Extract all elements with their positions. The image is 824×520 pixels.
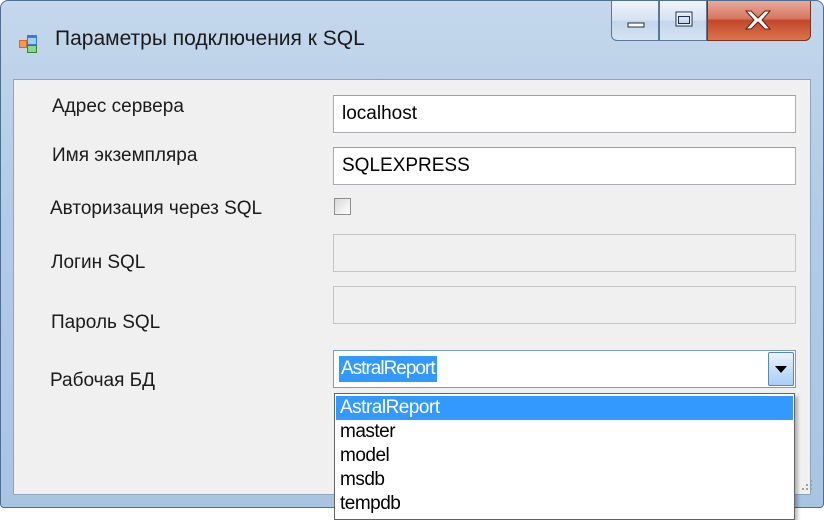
resize-grip-icon[interactable] [800, 478, 814, 492]
window-title: Параметры подключения к SQL [55, 27, 365, 50]
app-form-icon[interactable] [19, 35, 37, 53]
server-address-input[interactable]: localhost [333, 95, 796, 133]
minimize-button[interactable] [611, 1, 659, 41]
sql-auth-checkbox[interactable] [334, 198, 351, 215]
database-selected-value: AstralReport [339, 356, 437, 382]
maximize-icon [675, 11, 693, 27]
instance-name-input[interactable]: SQLEXPRESS [333, 147, 796, 185]
chevron-down-icon [775, 366, 787, 373]
dropdown-option[interactable]: AstralReport [336, 396, 793, 420]
database-dropdown-list: AstralReport master model msdb tempdb [334, 393, 795, 520]
sql-login-label: Логин SQL [51, 252, 146, 273]
dropdown-button[interactable] [768, 352, 794, 386]
database-combobox[interactable]: AstralReport [333, 350, 796, 388]
dropdown-option[interactable]: master [336, 420, 793, 444]
sql-login-input[interactable] [333, 234, 796, 272]
sql-password-label: Пароль SQL [51, 312, 161, 333]
minimize-icon [627, 22, 645, 28]
database-label: Рабочая БД [50, 370, 156, 391]
dropdown-option[interactable]: tempdb [336, 492, 793, 516]
close-icon [744, 10, 772, 30]
maximize-button[interactable] [659, 1, 707, 41]
title-bar[interactable]: Параметры подключения к SQL [1, 1, 823, 79]
sql-password-input[interactable] [333, 286, 796, 324]
sql-auth-label: Авторизация через SQL [50, 198, 263, 219]
server-address-label: Адрес сервера [52, 96, 184, 117]
dropdown-option[interactable]: model [336, 444, 793, 468]
dropdown-option[interactable]: msdb [336, 468, 793, 492]
close-button[interactable] [707, 1, 811, 41]
instance-name-label: Имя экземпляра [52, 145, 198, 166]
